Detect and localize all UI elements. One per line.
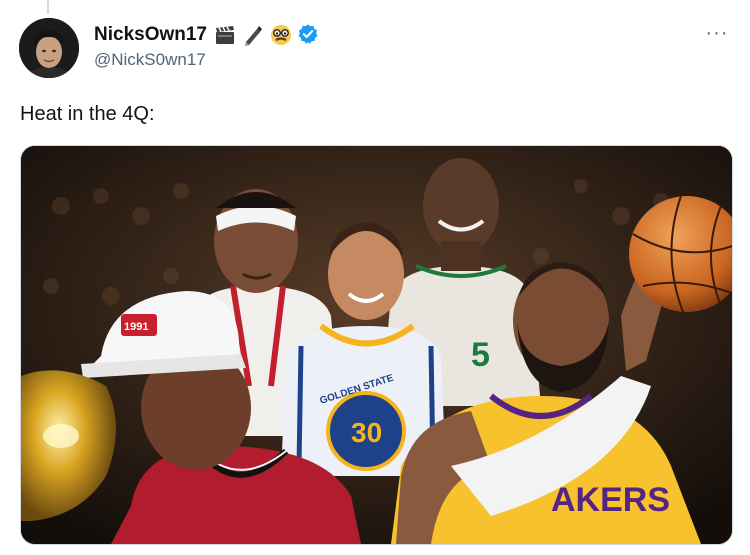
tweet-text: Heat in the 4Q: xyxy=(20,103,155,125)
author-name-row: NicksOwn17 xyxy=(94,22,321,48)
tweet-media-image[interactable]: 5 30 GOLDEN STATE 1991 AKERS xyxy=(20,145,733,545)
avatar[interactable] xyxy=(19,18,79,78)
svg-text:30: 30 xyxy=(351,417,382,448)
disguise-face-icon xyxy=(269,23,293,47)
more-options-icon[interactable]: ··· xyxy=(705,22,729,44)
svg-text:5: 5 xyxy=(471,336,490,374)
svg-text:1991: 1991 xyxy=(124,321,148,333)
clapperboard-icon xyxy=(213,23,237,47)
author-display-name[interactable]: NicksOwn17 xyxy=(94,24,207,46)
verified-badge-icon xyxy=(297,23,321,47)
author-handle[interactable]: @NickS0wn17 xyxy=(94,50,206,70)
pen-icon xyxy=(241,23,265,47)
svg-text:AKERS: AKERS xyxy=(551,481,670,519)
thread-connector-line xyxy=(47,0,49,14)
